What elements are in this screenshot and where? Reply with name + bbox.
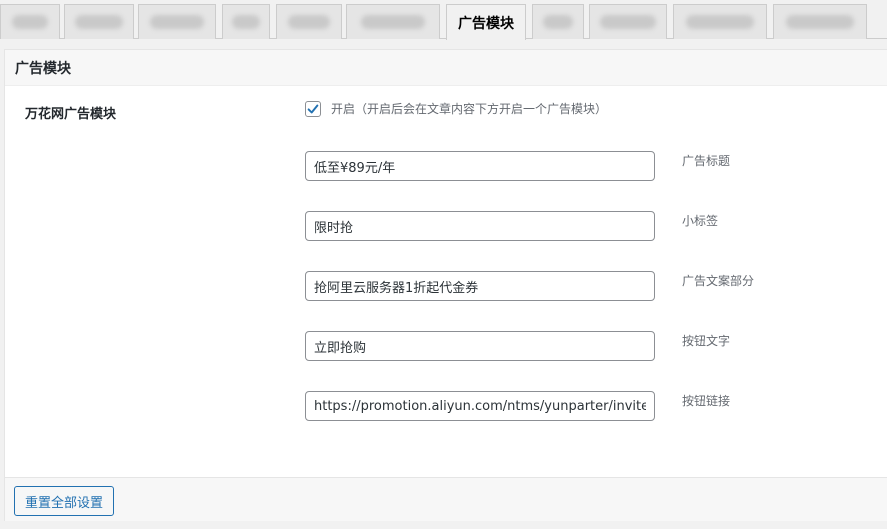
enable-checkbox[interactable] xyxy=(305,100,321,117)
ad-copy-input[interactable] xyxy=(305,271,655,301)
tab-5[interactable] xyxy=(276,4,342,39)
tab-ad-module[interactable]: 广告模块 xyxy=(446,4,526,40)
enable-label: 开启（开启后会在文章内容下方开启一个广告模块） xyxy=(331,102,608,116)
enable-toggle[interactable]: 开启（开启后会在文章内容下方开启一个广告模块） xyxy=(305,100,607,117)
ad-module-panel: 广告模块 万花网广告模块 开启（开启后会在文章内容下方开启一个广告模块） 广告标… xyxy=(4,49,887,521)
reset-all-settings-button[interactable]: 重置全部设置 xyxy=(14,486,115,516)
section-title: 广告模块 xyxy=(5,50,887,86)
panel-footer: 重置全部设置 xyxy=(5,477,887,521)
tab-10[interactable] xyxy=(673,4,767,39)
tab-8[interactable] xyxy=(532,4,584,39)
tab-3[interactable] xyxy=(138,4,216,39)
ad-title-input[interactable] xyxy=(305,151,655,181)
ad-tag-input[interactable] xyxy=(305,211,655,241)
tab-4[interactable] xyxy=(222,4,270,39)
settings-tab-bar: 广告模块 xyxy=(0,0,887,40)
tab-1[interactable] xyxy=(0,4,60,39)
tab-2[interactable] xyxy=(64,4,134,39)
button-link-desc: 按钮链接 xyxy=(682,394,731,408)
ad-tag-desc: 小标签 xyxy=(682,214,719,228)
button-text-desc: 按钮文字 xyxy=(682,334,731,348)
tab-6[interactable] xyxy=(346,4,440,39)
ad-copy-desc: 广告文案部分 xyxy=(682,274,755,288)
row-label: 万花网广告模块 xyxy=(25,107,117,122)
button-link-input[interactable] xyxy=(305,391,655,421)
tab-9[interactable] xyxy=(589,4,667,39)
button-text-input[interactable] xyxy=(305,331,655,361)
checkmark-icon xyxy=(307,104,319,113)
tab-11[interactable] xyxy=(773,4,867,39)
ad-title-desc: 广告标题 xyxy=(682,154,731,168)
